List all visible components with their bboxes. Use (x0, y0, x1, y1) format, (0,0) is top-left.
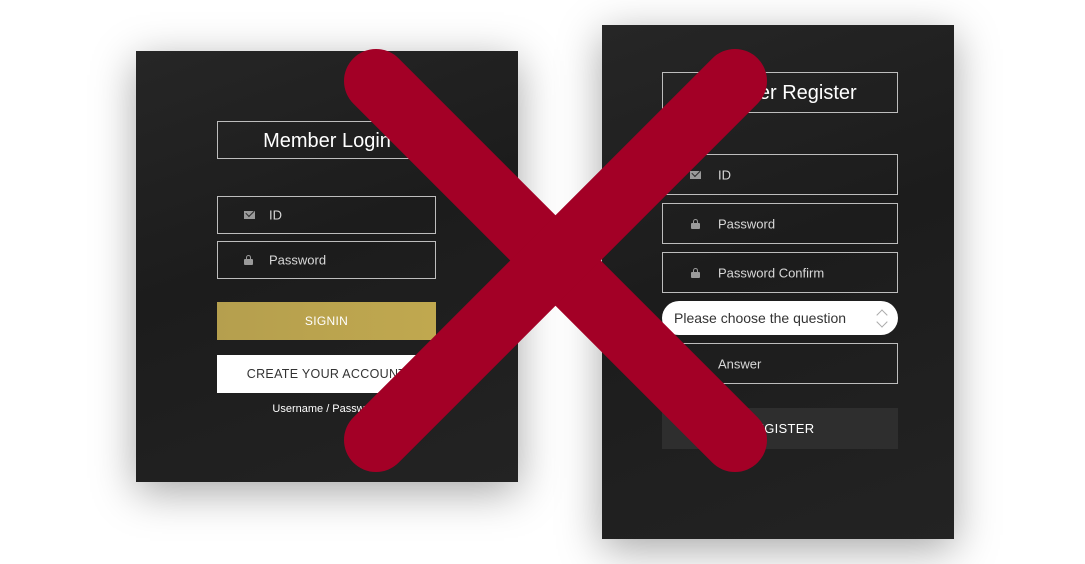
security-question-value: Please choose the question (674, 310, 847, 326)
lock-icon (691, 218, 700, 229)
signin-button-label: SIGNIN (304, 314, 349, 328)
envelope-icon (690, 170, 701, 179)
register-password-confirm-field[interactable]: Password Confirm (662, 252, 898, 293)
login-id-field[interactable]: ID (217, 196, 436, 234)
login-password-field[interactable]: Password (217, 241, 436, 279)
member-register-panel: Member Register ID Password Password Con… (602, 25, 954, 539)
register-title: Member Register (662, 72, 898, 113)
member-login-panel: Member Login ID Password SIGNIN CREATE Y… (136, 51, 518, 482)
lock-icon (691, 267, 700, 278)
register-answer-placeholder: Answer (718, 356, 762, 371)
security-question-select[interactable]: Please choose the question (662, 301, 898, 335)
register-answer-field[interactable]: Answer (662, 343, 898, 384)
login-password-placeholder: Password (269, 252, 327, 268)
create-account-button[interactable]: CREATE YOUR ACCOUNT (217, 355, 436, 393)
login-id-placeholder: ID (269, 207, 282, 223)
login-title-text: Member Login (263, 130, 391, 152)
register-button[interactable]: REGISTER (662, 408, 898, 449)
register-password-confirm-placeholder: Password Confirm (718, 265, 825, 280)
envelope-icon (244, 211, 255, 219)
lock-icon (244, 255, 253, 265)
register-password-placeholder: Password (718, 216, 776, 231)
register-button-label: REGISTER (745, 421, 815, 436)
register-title-text: Member Register (703, 82, 857, 104)
register-id-placeholder: ID (718, 167, 731, 182)
login-title: Member Login (217, 121, 437, 159)
signin-button[interactable]: SIGNIN (217, 302, 436, 340)
register-id-field[interactable]: ID (662, 154, 898, 195)
forgot-credentials-link[interactable]: Username / Password (217, 403, 436, 415)
register-password-field[interactable]: Password (662, 203, 898, 244)
create-account-label: CREATE YOUR ACCOUNT (246, 367, 407, 381)
